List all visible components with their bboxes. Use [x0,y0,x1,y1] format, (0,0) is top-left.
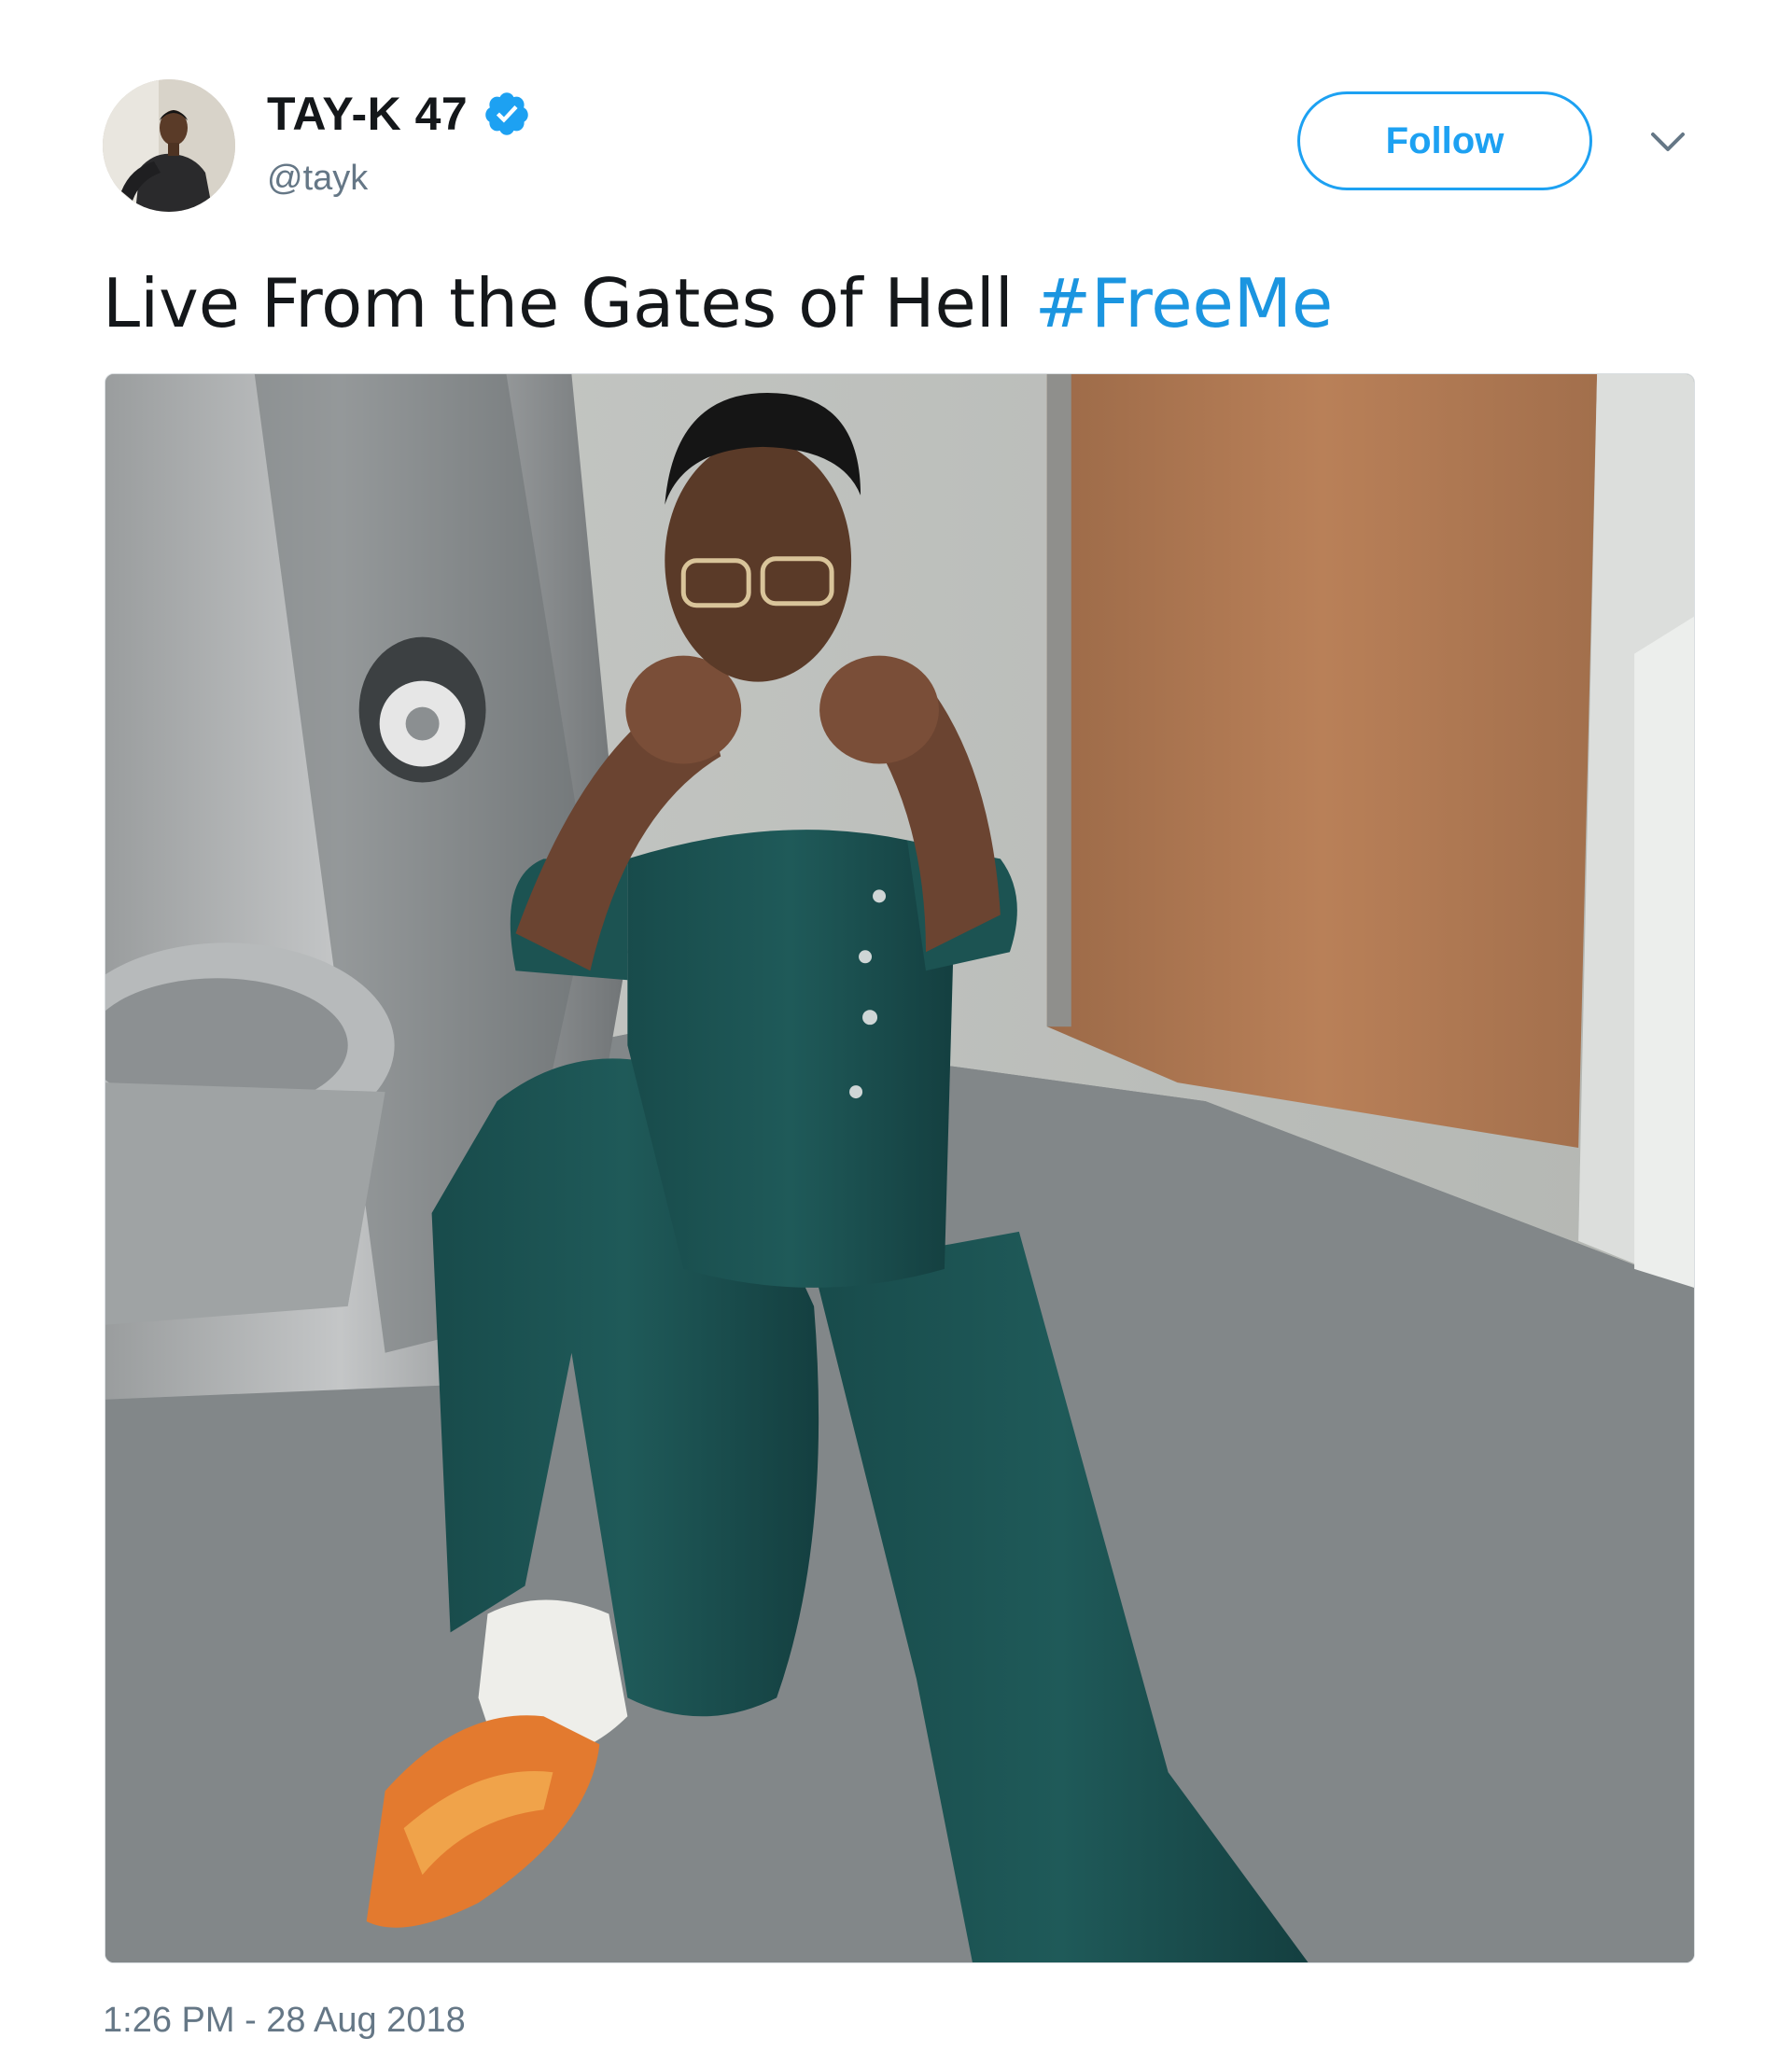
user-handle[interactable]: @tayk [267,159,368,199]
name-row: TAY-K 47 [267,86,531,142]
tweet-text: Live From the Gates of Hell #FreeMe [103,252,1333,355]
verified-badge-icon [483,90,531,138]
photo-icon [105,374,1694,1962]
tweet-card: TAY-K 47 @tayk Follow Live From the Gate… [0,0,1792,2066]
follow-button[interactable]: Follow [1297,91,1592,190]
tweet-body-text: Live From the Gates of Hell [103,264,1035,342]
hashtag-link[interactable]: #FreeMe [1035,264,1334,342]
avatar-photo-icon [103,79,235,212]
display-name[interactable]: TAY-K 47 [267,87,468,141]
tweet-photo[interactable] [105,373,1695,1963]
avatar[interactable] [103,79,235,212]
tweet-timestamp[interactable]: 1:26 PM - 28 Aug 2018 [103,2001,466,2041]
chevron-down-icon[interactable] [1647,127,1688,159]
